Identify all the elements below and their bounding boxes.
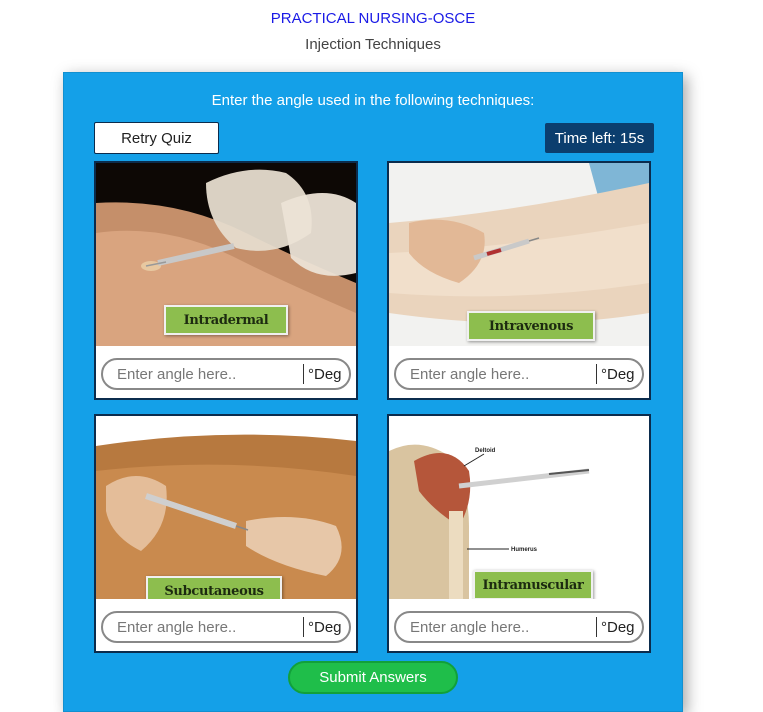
submit-answers-button[interactable]: Submit Answers — [288, 661, 458, 694]
deltoid-label: Deltoid — [475, 448, 496, 454]
angle-input-intradermal[interactable] — [117, 365, 297, 383]
technique-label: Intravenous — [467, 311, 595, 341]
angle-field-intravenous: °Deg — [394, 358, 644, 390]
degree-unit: °Deg — [308, 618, 342, 636]
page-subtitle: Injection Techniques — [305, 36, 441, 53]
angle-input-intravenous[interactable] — [410, 365, 590, 383]
site-title: PRACTICAL NURSING-OSCE — [270, 10, 476, 27]
humerus-label: Humerus — [511, 547, 538, 553]
angle-field-intradermal: °Deg — [101, 358, 351, 390]
intravenous-photo: Intravenous — [389, 163, 649, 346]
degree-unit: °Deg — [601, 365, 635, 383]
degree-unit: °Deg — [308, 365, 342, 383]
technique-card-intradermal: Intradermal °Deg — [94, 161, 358, 400]
timer-badge: Time left: 15s — [545, 123, 654, 153]
intramuscular-photo: Deltoid Humerus Intramuscular — [389, 416, 649, 599]
technique-card-subcutaneous: Subcutaneous °Deg — [94, 414, 358, 653]
retry-quiz-button[interactable]: Retry Quiz — [94, 122, 219, 154]
technique-label: Intramuscular — [473, 570, 593, 599]
intradermal-photo: Intradermal — [96, 163, 356, 346]
angle-field-intramuscular: °Deg — [394, 611, 644, 643]
technique-card-intramuscular: Deltoid Humerus Intramuscular °Deg — [387, 414, 651, 653]
subcutaneous-photo: Subcutaneous — [96, 416, 356, 599]
technique-label: Intradermal — [164, 305, 288, 335]
field-divider — [596, 617, 597, 637]
angle-input-subcutaneous[interactable] — [117, 618, 297, 636]
quiz-panel: Enter the angle used in the following te… — [63, 72, 683, 712]
degree-unit: °Deg — [601, 618, 635, 636]
field-divider — [303, 617, 304, 637]
quiz-instruction: Enter the angle used in the following te… — [211, 92, 535, 109]
technique-label: Subcutaneous — [146, 576, 282, 599]
field-divider — [596, 364, 597, 384]
angle-field-subcutaneous: °Deg — [101, 611, 351, 643]
angle-input-intramuscular[interactable] — [410, 618, 590, 636]
field-divider — [303, 364, 304, 384]
technique-card-intravenous: Intravenous °Deg — [387, 161, 651, 400]
